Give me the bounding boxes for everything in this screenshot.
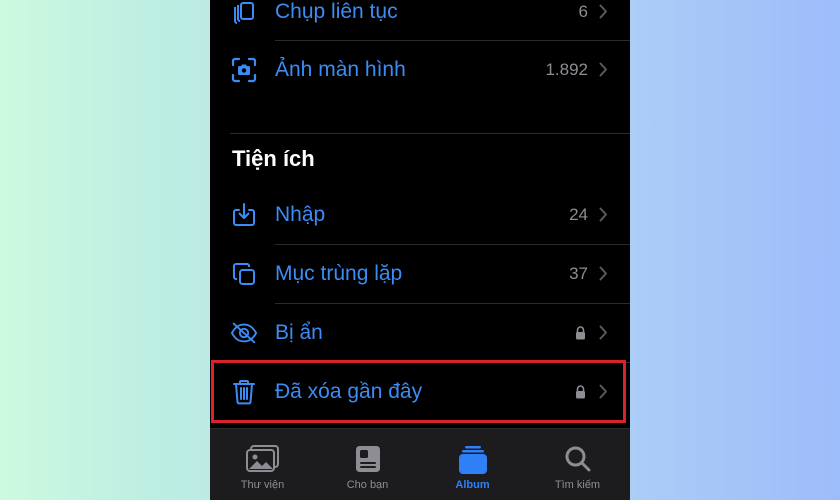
tab-search[interactable]: Tìm kiếm <box>525 429 630 500</box>
chevron-right-icon <box>599 207 608 227</box>
album-row-label: Nhập <box>275 203 326 226</box>
chevron-right-icon <box>599 266 608 286</box>
lock-icon <box>575 326 586 345</box>
chevron-right-icon <box>599 62 608 82</box>
album-row-label: Chụp liên tục <box>275 0 398 23</box>
album-row-count: 37 <box>569 264 588 283</box>
highlight-box <box>211 360 626 423</box>
burst-icon <box>230 0 258 26</box>
album-row-count: 6 <box>578 2 588 21</box>
chevron-right-icon <box>599 325 608 345</box>
tab-label: Tìm kiếm <box>554 479 601 491</box>
photos-library-icon <box>245 445 280 478</box>
album-row-screenshots[interactable]: Ảnh màn hình 1.892 <box>210 41 630 99</box>
album-row-imports[interactable]: Nhập 24 <box>210 186 630 244</box>
photos-app-screen: Chụp liên tục 6 Ảnh màn hình 1.892 Tiện … <box>210 0 630 500</box>
album-row-count: 24 <box>569 205 588 224</box>
album-row-label: Mục trùng lặp <box>275 262 403 285</box>
album-row-label: Ảnh màn hình <box>275 58 406 81</box>
search-icon <box>564 445 592 478</box>
for-you-icon <box>355 445 381 478</box>
screenshot-icon <box>230 56 258 84</box>
tab-for-you[interactable]: Cho bạn <box>315 429 420 500</box>
album-row-duplicates[interactable]: Mục trùng lặp 37 <box>210 245 630 303</box>
section-separator <box>230 133 630 134</box>
album-row-count: 1.892 <box>545 60 588 79</box>
duplicates-icon <box>230 260 258 288</box>
album-row-hidden[interactable]: Bị ẩn <box>210 304 630 362</box>
tab-label: Album <box>455 479 490 491</box>
tab-label: Thư viện <box>240 479 285 491</box>
album-row-label: Bị ẩn <box>275 321 323 344</box>
eye-slash-icon <box>230 319 258 347</box>
tab-label: Cho bạn <box>346 479 389 491</box>
import-icon <box>230 201 258 229</box>
tab-albums[interactable]: Album <box>420 429 525 500</box>
section-title-utilities: Tiện ích <box>232 146 315 171</box>
album-row-burst[interactable]: Chụp liên tục 6 <box>210 0 630 41</box>
albums-icon <box>458 445 488 480</box>
tab-bar: Thư viện Cho bạn Album Tìm kiếm <box>210 428 630 500</box>
chevron-right-icon <box>599 4 608 24</box>
tab-library[interactable]: Thư viện <box>210 429 315 500</box>
